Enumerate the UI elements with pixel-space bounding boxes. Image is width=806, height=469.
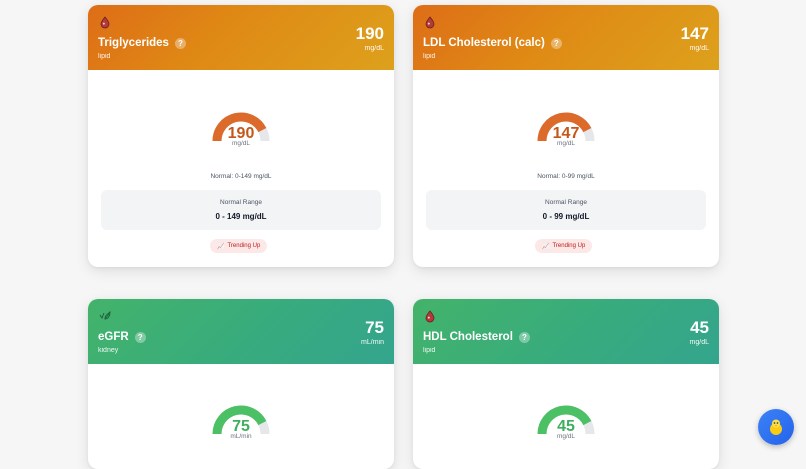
normal-range-box: Normal Range 0 - 149 mg/dL bbox=[101, 190, 381, 230]
card-value: 147 bbox=[680, 24, 709, 43]
help-icon[interactable]: ? bbox=[518, 331, 530, 343]
card-category: lipid bbox=[423, 53, 436, 60]
card-unit: mg/dL bbox=[689, 45, 709, 52]
help-icon[interactable]: ? bbox=[134, 331, 146, 343]
lipid-icon bbox=[100, 16, 110, 29]
gauge-unit: mg/dL bbox=[231, 140, 251, 147]
normal-range-box: Normal Range 0 - 99 mg/dL bbox=[426, 190, 706, 230]
trend-badge[interactable]: 📈 Trending Up bbox=[535, 239, 593, 253]
card-category: kidney bbox=[98, 347, 119, 354]
card-value: 75 bbox=[365, 318, 384, 337]
card-header: HDL Cholesterol ? lipid 45 mg/dL bbox=[413, 299, 719, 364]
lipid-icon bbox=[425, 310, 435, 323]
card-unit: mg/dL bbox=[364, 45, 384, 52]
help-icon[interactable]: ? bbox=[174, 37, 186, 49]
card-title: LDL Cholesterol (calc) ? bbox=[423, 37, 562, 49]
gauge-unit: mg/dL bbox=[556, 140, 576, 147]
card-value: 190 bbox=[355, 24, 384, 43]
range-value: 0 - 99 mg/dL bbox=[542, 212, 590, 221]
card-unit: mL/min bbox=[361, 339, 384, 346]
trend-chart-icon: 📈 bbox=[217, 243, 225, 250]
normal-range-text: Normal: 0-99 mg/dL bbox=[537, 173, 595, 180]
card-category: lipid bbox=[423, 347, 436, 354]
card-header: LDL Cholesterol (calc) ? lipid 147 mg/dL bbox=[413, 5, 719, 70]
card-header: Triglycerides ? lipid 190 mg/dL bbox=[88, 5, 394, 70]
normal-range-text: Normal: 0-149 mg/dL bbox=[210, 173, 272, 180]
range-value: 0 - 149 mg/dL bbox=[215, 212, 267, 221]
card-unit: mg/dL bbox=[689, 339, 709, 346]
card-title: eGFR ? bbox=[98, 331, 146, 343]
range-title: Normal Range bbox=[220, 199, 262, 206]
card-header: eGFR ? kidney 75 mL/min bbox=[88, 299, 394, 364]
card-title: HDL Cholesterol ? bbox=[423, 331, 530, 343]
metric-card-triglycerides[interactable]: Triglycerides ? lipid 190 mg/dL 190 mg/d… bbox=[88, 5, 394, 267]
metric-card-hdl-cholesterol[interactable]: HDL Cholesterol ? lipid 45 mg/dL 45 mg/d… bbox=[413, 299, 719, 469]
lipid-icon bbox=[425, 16, 435, 29]
range-title: Normal Range bbox=[545, 199, 587, 206]
help-icon[interactable]: ? bbox=[550, 37, 562, 49]
assistant-avatar-icon bbox=[770, 419, 782, 435]
gauge-unit: mg/dL bbox=[556, 433, 576, 440]
metric-card-egfr[interactable]: eGFR ? kidney 75 mL/min 75 mL/min bbox=[88, 299, 394, 469]
card-value: 45 bbox=[690, 318, 709, 337]
gauge-unit: mL/min bbox=[230, 433, 252, 440]
trend-badge[interactable]: 📈 Trending Up bbox=[210, 239, 268, 253]
card-title: Triglycerides ? bbox=[98, 37, 186, 49]
kidney-icon bbox=[99, 310, 111, 320]
assistant-fab-button[interactable] bbox=[758, 409, 794, 445]
trend-chart-icon: 📈 bbox=[542, 243, 550, 250]
metric-card-ldl-cholesterol[interactable]: LDL Cholesterol (calc) ? lipid 147 mg/dL… bbox=[413, 5, 719, 267]
card-category: lipid bbox=[98, 53, 111, 60]
